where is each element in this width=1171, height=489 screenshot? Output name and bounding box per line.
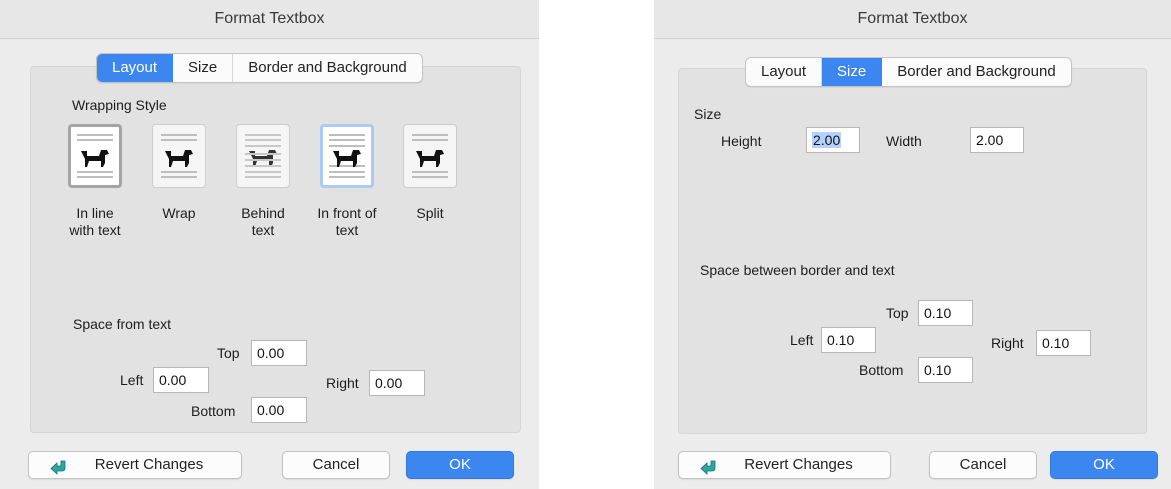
dog-in-front-icon [329,134,365,178]
wrap-in-front-button[interactable] [320,124,374,188]
revert-arrow-icon [50,460,66,475]
tab-content-panel [30,66,521,433]
tab-size[interactable]: Size [173,54,234,82]
wrap-square-button[interactable] [152,124,206,188]
revert-changes-label: Revert Changes [94,456,204,473]
wrap-behind-caption: Behind text [241,205,285,238]
dog-wrap-icon [161,134,197,178]
tab-border-and-background[interactable]: Border and Background [882,58,1070,86]
format-textbox-dialog-size: Format Textbox Layout Size Border and Ba… [654,0,1171,489]
bottom-spacing-input[interactable]: 0.00 [251,397,307,423]
top-label: Top [217,345,240,361]
left-spacing-input[interactable]: 0.00 [153,367,209,393]
ok-button[interactable]: OK [406,451,514,479]
wrap-in-front-caption: In front of text [317,205,377,238]
wrap-split-button[interactable] [403,124,457,188]
right-spacing-input[interactable]: 0.00 [369,370,425,396]
dog-inline-icon [77,134,113,178]
cancel-button[interactable]: Cancel [282,451,390,479]
revert-changes-label: Revert Changes [744,456,853,473]
wrap-behind-text-button[interactable] [236,124,290,188]
width-input[interactable]: 2.00 [970,127,1024,153]
top-label: Top [886,305,909,321]
width-label: Width [886,133,922,149]
wrap-inline-button[interactable] [68,124,122,188]
tab-bar: Layout Size Border and Background [745,57,1072,87]
cancel-button[interactable]: Cancel [929,451,1037,479]
height-label: Height [721,133,762,149]
right-label: Right [326,375,359,391]
left-label: Left [790,332,814,348]
right-spacing-input[interactable]: 0.10 [1036,330,1091,356]
right-label: Right [991,335,1024,351]
tab-size[interactable]: Size [822,58,883,86]
top-spacing-input[interactable]: 0.00 [251,340,307,366]
dog-split-icon [412,134,448,178]
height-input[interactable]: 2.00 [806,127,860,153]
format-textbox-dialog-layout: Format Textbox Layout Size Border and Ba… [0,0,539,489]
space-from-text-heading: Space from text [73,316,172,332]
dialog-title: Format Textbox [654,0,1171,39]
bottom-spacing-input[interactable]: 0.10 [918,357,973,383]
left-label: Left [120,372,144,388]
bottom-label: Bottom [859,362,904,378]
tab-layout[interactable]: Layout [97,54,174,82]
left-spacing-input[interactable]: 0.10 [821,327,876,353]
top-spacing-input[interactable]: 0.10 [918,300,973,326]
tab-border-and-background[interactable]: Border and Background [233,54,421,82]
tab-content-panel [678,68,1147,434]
revert-changes-button[interactable]: Revert Changes [28,451,242,479]
dog-behind-text-icon [245,134,281,178]
wrap-split-caption: Split [416,205,444,221]
dialog-title: Format Textbox [0,0,539,39]
size-heading: Size [694,106,722,122]
revert-changes-button[interactable]: Revert Changes [678,451,891,479]
wrap-inline-caption: In line with text [69,205,121,238]
tab-bar: Layout Size Border and Background [96,53,423,83]
wrap-square-caption: Wrap [162,205,196,221]
space-between-border-heading: Space between border and text [700,262,895,278]
tab-layout[interactable]: Layout [746,58,823,86]
wrapping-style-heading: Wrapping Style [72,97,167,113]
height-selected-value: 2.00 [812,132,842,148]
ok-button[interactable]: OK [1050,451,1158,479]
bottom-label: Bottom [191,403,236,419]
revert-arrow-icon [700,460,716,475]
